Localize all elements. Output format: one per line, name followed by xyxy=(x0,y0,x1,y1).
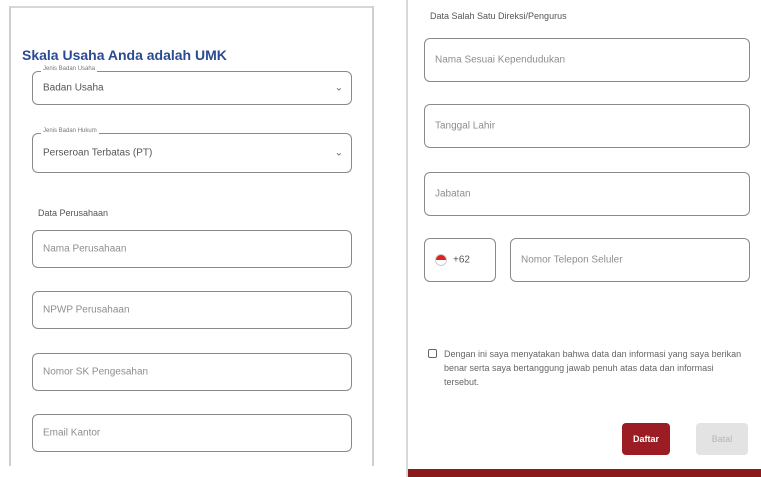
company-name-input[interactable]: Nama Perusahaan xyxy=(32,230,352,268)
consent-checkbox[interactable] xyxy=(428,349,437,358)
input-placeholder: Nama Perusahaan xyxy=(43,243,127,255)
chevron-down-icon: ⌄ xyxy=(334,147,343,159)
birth-date-input[interactable]: Tanggal Lahir xyxy=(424,104,750,148)
company-data-section-label: Data Perusahaan xyxy=(38,208,109,218)
office-email-input[interactable]: Email Kantor xyxy=(32,414,352,452)
legal-entity-type-select[interactable]: Jenis Badan Hukum Perseroan Terbatas (PT… xyxy=(32,128,352,173)
chevron-down-icon: ⌄ xyxy=(334,82,343,94)
country-code: +62 xyxy=(435,254,470,266)
business-entity-type-select[interactable]: Jenis Badan Usaha Badan Usaha ⌄ xyxy=(32,66,352,105)
field-legend: Jenis Badan Hukum xyxy=(41,128,99,134)
cancel-button[interactable]: Batal xyxy=(696,423,748,455)
company-npwp-input[interactable]: NPWP Perusahaan xyxy=(32,291,352,329)
panel-top-border xyxy=(11,6,372,8)
indonesia-flag-icon xyxy=(435,254,447,266)
input-placeholder: Nomor SK Pengesahan xyxy=(43,366,149,378)
register-button[interactable]: Daftar xyxy=(622,423,670,455)
business-scale-heading: Skala Usaha Anda adalah UMK xyxy=(22,47,227,63)
input-placeholder: Nomor Telepon Seluler xyxy=(521,254,623,266)
select-value: Perseroan Terbatas (PT) xyxy=(43,147,153,159)
phone-number-input[interactable]: Nomor Telepon Seluler xyxy=(510,238,750,282)
position-input[interactable]: Jabatan xyxy=(424,172,750,216)
input-placeholder: Jabatan xyxy=(435,188,471,200)
input-placeholder: NPWP Perusahaan xyxy=(43,304,130,316)
consent-text: Dengan ini saya menyatakan bahwa data da… xyxy=(444,349,742,387)
country-code-label: +62 xyxy=(453,254,470,266)
field-legend: Jenis Badan Usaha xyxy=(41,66,98,72)
input-placeholder: Tanggal Lahir xyxy=(435,120,496,132)
director-name-input[interactable]: Nama Sesuai Kependudukan xyxy=(424,38,750,82)
input-placeholder: Nama Sesuai Kependudukan xyxy=(435,54,566,66)
panel-bottom-bar xyxy=(408,469,761,477)
select-value: Badan Usaha xyxy=(43,82,104,94)
country-code-select[interactable]: +62 xyxy=(424,238,496,282)
input-placeholder: Email Kantor xyxy=(43,427,101,439)
sk-number-input[interactable]: Nomor SK Pengesahan xyxy=(32,353,352,391)
director-data-section-label: Data Salah Satu Direksi/Pengurus xyxy=(430,11,567,21)
